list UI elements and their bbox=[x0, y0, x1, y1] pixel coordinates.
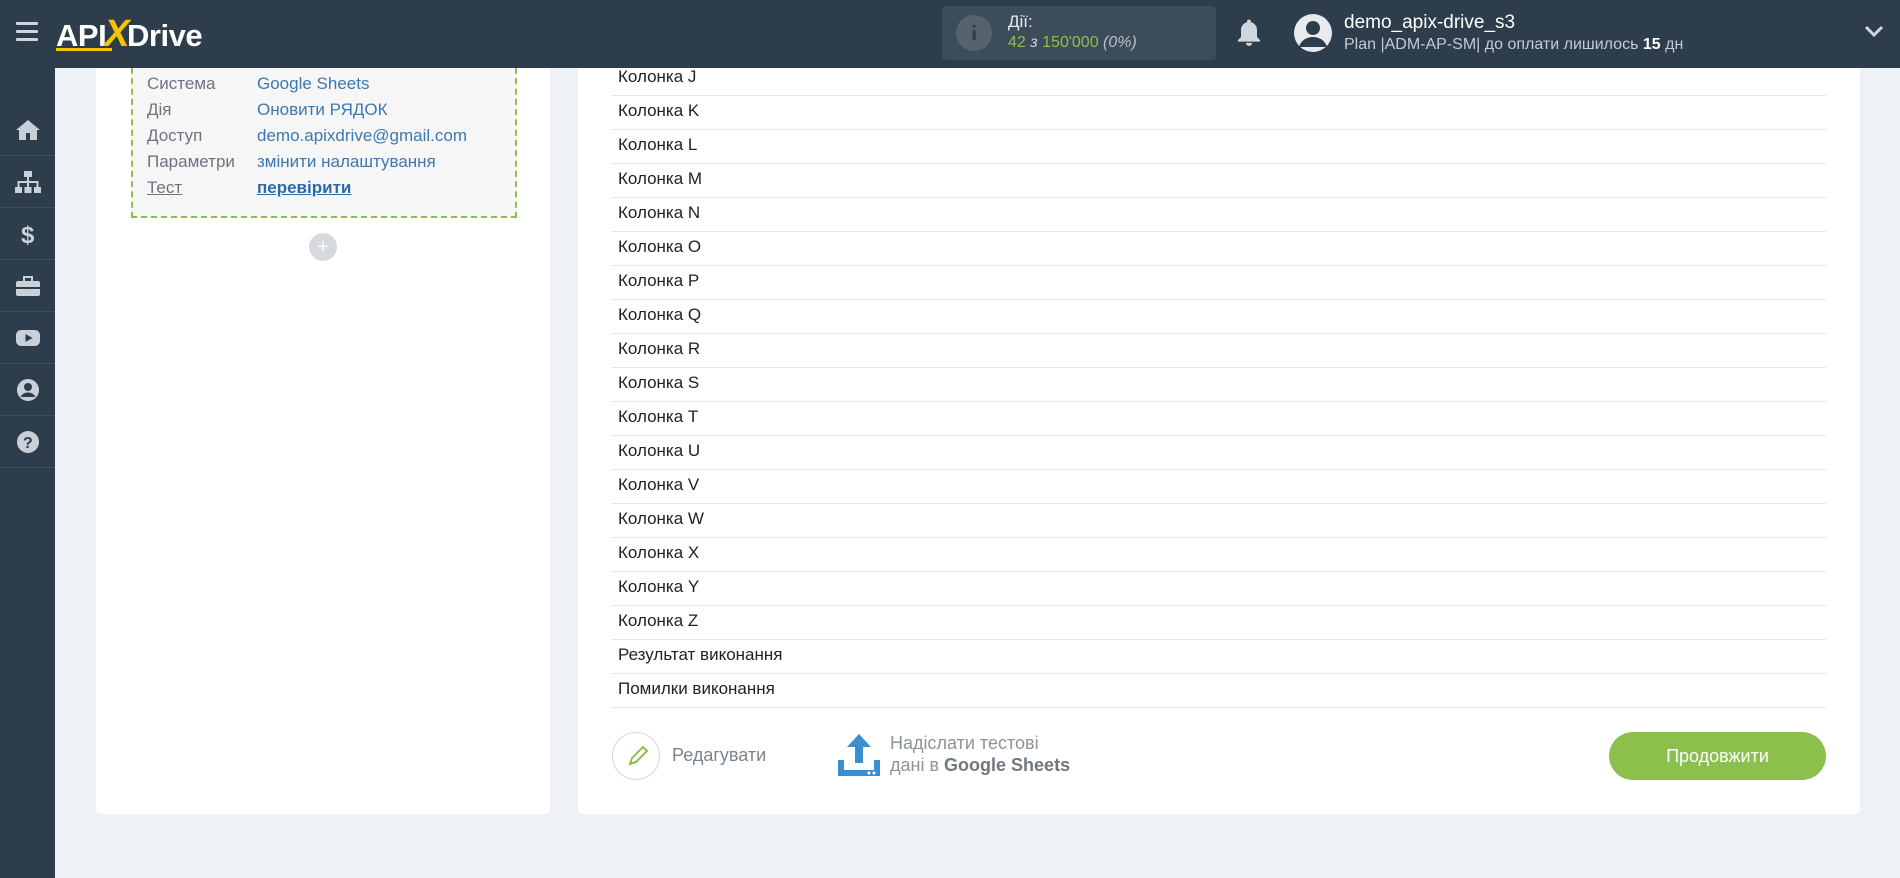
column-row: Колонка R bbox=[612, 334, 1826, 368]
actions-label: Дії: bbox=[1008, 12, 1033, 31]
sidebar-item-help[interactable]: ? bbox=[0, 416, 55, 468]
column-row: Колонка J bbox=[612, 62, 1826, 96]
upload-icon[interactable] bbox=[836, 732, 882, 780]
svg-text:$: $ bbox=[21, 222, 35, 247]
sidebar-item-home[interactable] bbox=[0, 104, 55, 156]
column-row: Колонка Z bbox=[612, 606, 1826, 640]
column-row: Колонка K bbox=[612, 96, 1826, 130]
continue-button[interactable]: Продовжити bbox=[1609, 732, 1826, 780]
chevron-down-icon[interactable] bbox=[1864, 24, 1884, 38]
column-row: Колонка N bbox=[612, 198, 1826, 232]
actions-counter[interactable]: i Дії: 42 з 150'000 (0%) bbox=[942, 6, 1216, 60]
row-value[interactable]: Оновити РЯДОК bbox=[257, 98, 387, 122]
plan-prefix: Plan |ADM-AP-SM| до оплати лишилось bbox=[1344, 36, 1639, 53]
user-name[interactable]: demo_apix-drive_s3 bbox=[1344, 12, 1515, 34]
connection-card[interactable]: Система Google Sheets Дія Оновити РЯДОК … bbox=[131, 68, 517, 218]
sidebar-item-videos[interactable] bbox=[0, 312, 55, 364]
column-row: Колонка W bbox=[612, 504, 1826, 538]
test-link[interactable]: перевірити bbox=[257, 176, 351, 200]
row-value[interactable]: Google Sheets bbox=[257, 72, 369, 96]
sitemap-icon bbox=[14, 170, 41, 193]
sidebar-item-services[interactable] bbox=[0, 260, 55, 312]
pencil-icon bbox=[628, 745, 649, 766]
bell-icon[interactable] bbox=[1234, 17, 1264, 49]
avatar[interactable] bbox=[1294, 14, 1332, 52]
sidebar-item-profile[interactable] bbox=[0, 364, 55, 416]
menu-icon[interactable] bbox=[16, 22, 38, 42]
actions-used: 42 bbox=[1008, 34, 1026, 51]
actions-count: 42 з 150'000 (0%) bbox=[1008, 34, 1137, 52]
row-key: Доступ bbox=[147, 126, 203, 145]
add-step-button[interactable]: + bbox=[309, 233, 337, 261]
info-icon: i bbox=[956, 15, 992, 51]
top-bar: APIXDrive i Дії: 42 з 150'000 (0%) demo_… bbox=[0, 0, 1900, 68]
logo-text-drive: Drive bbox=[127, 18, 203, 53]
row-value[interactable]: змінити налаштування bbox=[257, 150, 436, 174]
row-key: Параметри bbox=[147, 152, 235, 171]
dollar-icon: $ bbox=[21, 222, 35, 247]
actions-of: з bbox=[1030, 34, 1038, 51]
plan-days: 15 bbox=[1642, 36, 1661, 53]
column-row: Колонка V bbox=[612, 470, 1826, 504]
sidebar: $ ? bbox=[0, 68, 55, 878]
column-row: Колонка L bbox=[612, 130, 1826, 164]
connection-summary-panel: Система Google Sheets Дія Оновити РЯДОК … bbox=[96, 68, 550, 814]
upload-line2-system: Google Sheets bbox=[944, 755, 1071, 775]
upload-line2: дані в Google Sheets bbox=[890, 754, 1070, 776]
row-key: Дія bbox=[147, 100, 172, 119]
column-row: Колонка T bbox=[612, 402, 1826, 436]
column-row: Колонка S bbox=[612, 368, 1826, 402]
column-row: Колонка X bbox=[612, 538, 1826, 572]
logo-underline bbox=[56, 48, 112, 51]
sidebar-item-billing[interactable]: $ bbox=[0, 208, 55, 260]
help-icon: ? bbox=[16, 430, 39, 453]
column-row: Помилки виконання bbox=[612, 674, 1826, 708]
row-key: Тест bbox=[147, 178, 183, 197]
edit-button[interactable] bbox=[612, 732, 660, 780]
user-circle-icon bbox=[16, 378, 39, 401]
youtube-icon bbox=[15, 329, 40, 346]
plan-suffix: дн bbox=[1665, 36, 1684, 53]
actions-total: 150'000 bbox=[1042, 34, 1099, 51]
sidebar-item-connections[interactable] bbox=[0, 156, 55, 208]
home-icon bbox=[15, 119, 40, 140]
column-row: Колонка Q bbox=[612, 300, 1826, 334]
row-key: Система bbox=[147, 74, 216, 93]
columns-panel: Колонка J Колонка K Колонка L Колонка M Коло… bbox=[578, 67, 1860, 814]
column-row: Колонка O bbox=[612, 232, 1826, 266]
column-row: Колонка Y bbox=[612, 572, 1826, 606]
user-plan: Plan |ADM-AP-SM| до оплати лишилось 15 д… bbox=[1344, 36, 1683, 54]
edit-label[interactable]: Редагувати bbox=[672, 745, 766, 766]
row-value[interactable]: demo.apixdrive@gmail.com bbox=[257, 124, 467, 148]
column-row: Колонка U bbox=[612, 436, 1826, 470]
actions-percent: (0%) bbox=[1103, 34, 1137, 51]
column-row: Колонка P bbox=[612, 266, 1826, 300]
upload-line1: Надіслати тестові bbox=[890, 733, 1039, 753]
column-row: Результат виконання bbox=[612, 640, 1826, 674]
column-row: Колонка M bbox=[612, 164, 1826, 198]
upload-line2-prefix: дані в bbox=[890, 755, 940, 775]
svg-text:?: ? bbox=[23, 435, 33, 452]
briefcase-icon bbox=[15, 275, 40, 296]
send-test-data-button[interactable]: Надіслати тестові дані в Google Sheets bbox=[890, 732, 1070, 776]
